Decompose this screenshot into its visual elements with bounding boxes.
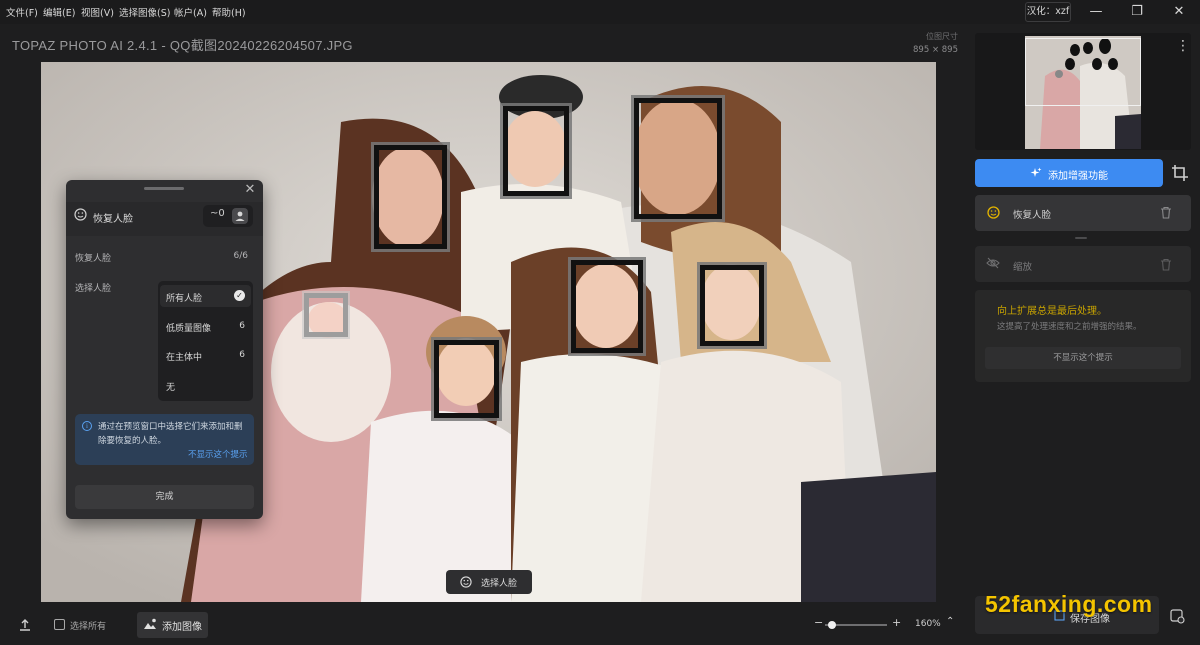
watermark-text: 52fanxing.com (985, 591, 1153, 617)
person-icon[interactable] (232, 208, 248, 224)
trash-icon[interactable] (1160, 206, 1172, 219)
face-box-toddler[interactable] (431, 337, 502, 421)
face-box-girl-right[interactable] (697, 262, 767, 349)
image-dimensions: 895 × 895 (913, 45, 958, 55)
info-text: 通过在预览窗口中选择它们来添加和删除要恢复的人脸。 (98, 422, 243, 446)
feature-upscale[interactable] (975, 246, 1191, 282)
crop-icon[interactable] (1170, 163, 1190, 183)
tip-body: 这提高了处理速度和之前增强的结果。 (997, 322, 1142, 332)
localization-badge: 汉化：xzf (1025, 2, 1071, 22)
restore-faces-label: 恢复人脸 (75, 254, 112, 264)
chevron-up-icon[interactable]: ⌃ (946, 616, 954, 627)
minimize-button[interactable]: — (1087, 4, 1105, 20)
divider-handle[interactable] (1075, 237, 1087, 239)
face-smile-icon (987, 206, 1000, 219)
face-box-mother[interactable] (371, 142, 450, 252)
toggle-value: ~0 (210, 208, 225, 219)
face-smile-icon (74, 208, 87, 221)
image-add-icon (144, 618, 156, 629)
export-settings-icon[interactable] (1162, 603, 1192, 629)
menu-account[interactable]: 帐户(A) (174, 5, 207, 19)
face-box-girl-center[interactable] (568, 257, 646, 356)
restore-faces-count: 6/6 (233, 251, 248, 261)
option-all-faces[interactable]: 所有人脸 (166, 291, 202, 304)
more-options-icon[interactable]: ⋮ (1176, 37, 1190, 55)
navigator-viewport[interactable] (1025, 38, 1141, 106)
add-image-label: 添加图像 (162, 622, 202, 633)
menu-view[interactable]: 视图(V) (81, 5, 114, 19)
add-enhancement-label: 添加增强功能 (1048, 171, 1108, 182)
eye-off-icon[interactable] (986, 257, 1000, 269)
check-icon: ✓ (234, 290, 245, 301)
restore-button[interactable]: ❐ (1128, 4, 1146, 20)
zoom-out-button[interactable]: − (814, 616, 823, 629)
zoom-in-button[interactable]: + (892, 616, 901, 629)
select-all-label[interactable]: 选择所有 (70, 619, 106, 632)
feature-restore-face-label: 恢复人脸 (1013, 210, 1052, 221)
info-icon: i (82, 421, 92, 431)
feature-restore-face[interactable] (975, 195, 1191, 231)
restore-face-panel: ✕ 恢复人脸 ~0 恢复人脸 6/6 选择人脸 所有人脸 ✓ 低质量图像 6 在… (66, 180, 263, 519)
zoom-slider-handle[interactable] (828, 621, 837, 629)
menu-edit[interactable]: 编辑(E) (43, 5, 75, 19)
zoom-percent[interactable]: 160% (915, 619, 941, 629)
face-box-baby[interactable] (302, 291, 350, 339)
option-in-subject-count: 6 (239, 350, 245, 360)
face-box-father[interactable] (631, 95, 725, 222)
close-button[interactable]: ✕ (1170, 4, 1188, 20)
menu-help[interactable]: 帮助(H) (212, 5, 246, 19)
option-low-quality[interactable]: 低质量图像 (166, 321, 211, 334)
app-title: TOPAZ PHOTO AI 2.4.1 - QQ截图2024022620450… (12, 38, 353, 53)
image-size-label: 位图尺寸 (926, 32, 958, 41)
panel-close-icon[interactable]: ✕ (242, 182, 258, 198)
select-face-label: 选择人脸 (481, 579, 518, 589)
face-smile-icon (460, 576, 472, 588)
menu-file[interactable]: 文件(F) (6, 5, 38, 19)
trash-icon[interactable] (1160, 258, 1172, 271)
option-in-subject[interactable]: 在主体中 (166, 350, 202, 363)
option-none[interactable]: 无 (166, 380, 175, 393)
panel-title: 恢复人脸 (93, 214, 133, 225)
option-low-quality-count: 6 (239, 321, 245, 331)
select-all-checkbox[interactable] (54, 619, 65, 630)
select-faces-label: 选择人脸 (75, 284, 112, 294)
face-box-boy-top[interactable] (500, 103, 572, 199)
done-button[interactable]: 完成 (75, 485, 254, 509)
feature-upscale-label: 缩放 (1013, 262, 1033, 273)
panel-drag-handle[interactable] (144, 187, 184, 190)
dismiss-tip-button[interactable]: 不显示这个提示 (985, 347, 1181, 369)
dismiss-tip-link[interactable]: 不显示这个提示 (188, 448, 248, 460)
tip-title: 向上扩展总是最后处理。 (997, 306, 1107, 317)
menu-select-image[interactable]: 选择图像(S) (119, 5, 170, 19)
upload-icon[interactable] (18, 618, 32, 632)
sparkle-icon (1030, 167, 1042, 177)
